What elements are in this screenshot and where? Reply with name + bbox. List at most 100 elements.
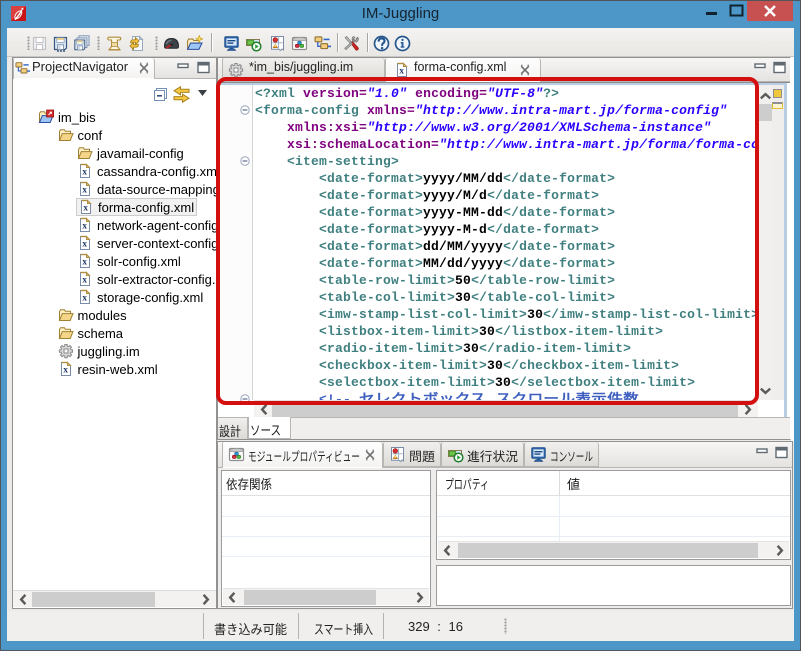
tree-item-hit[interactable]: forma-config.xml [76,198,197,216]
fold-collapse-icon[interactable] [240,105,250,115]
scroll-left-icon[interactable] [257,402,272,417]
tree-item-hit[interactable]: conf [57,126,105,144]
show-console-button[interactable] [223,35,240,52]
tree-item-solr-extractor-config-xml[interactable]: solr-extractor-config.xml [13,270,216,288]
tree-item-hit[interactable]: network-agent-config.xml [76,216,216,234]
export-module-button[interactable] [106,35,123,52]
tree-item-conf[interactable]: conf [13,126,216,144]
scroll-right-icon[interactable] [198,592,213,607]
project-navigator-button[interactable] [314,35,331,52]
dependency-hscrollbar[interactable] [223,588,429,605]
refresh-config-button[interactable] [128,35,145,52]
preferences-button[interactable] [343,35,360,52]
bottom-tab-item[interactable]: 問題 [383,442,441,467]
scroll-right-icon[interactable] [740,402,755,417]
maximize-view-icon[interactable] [774,446,789,459]
fold-collapse-icon[interactable] [240,156,250,166]
scroll-up-icon[interactable] [758,89,773,104]
tree-item-hit[interactable]: resin-web.xml [57,360,160,378]
tree-item-javamail-config[interactable]: javamail-config [13,144,216,162]
tree-item-im-bis[interactable]: im_bis [13,108,216,126]
minimize-view-icon[interactable] [176,62,191,75]
save-as-button[interactable] [52,35,69,52]
tree-item-solr-config-xml[interactable]: solr-config.xml [13,252,216,270]
tree-item-storage-config-xml[interactable]: storage-config.xml [13,288,216,306]
scroll-left-icon[interactable] [440,543,455,558]
overview-marker[interactable] [773,89,782,98]
tree-item-hit[interactable]: cassandra-config.xml [76,162,216,180]
view-menu-icon[interactable] [197,89,208,97]
tree-item-schema[interactable]: schema [13,324,216,342]
bottom-tab-item[interactable]: コンソール [524,442,599,467]
tree-item-hit[interactable]: juggling.im [57,342,142,360]
editor-hscrollbar[interactable] [254,400,758,417]
title-bar[interactable]: IM-Juggling [0,0,801,28]
tree-item-hit[interactable]: javamail-config [76,144,186,162]
module-property-view-button[interactable] [291,35,308,52]
column-header-value[interactable]: 値 [567,474,580,493]
close-icon[interactable] [138,62,150,74]
tree-item-hit[interactable]: solr-extractor-config.xml [76,270,216,288]
close-button[interactable] [747,1,793,21]
minimize-button[interactable] [697,0,726,21]
bottom-tab-item[interactable]: 進行状況 [441,442,524,467]
scrollbar-thumb[interactable] [758,104,772,121]
save-button[interactable] [31,35,48,52]
tree-item-data-source-mapping-xml[interactable]: data-source-mapping.xml [13,180,216,198]
tree-item-juggling-im[interactable]: juggling.im [13,342,216,360]
scroll-right-icon[interactable] [412,590,427,605]
accel-documents-button[interactable] [163,35,180,52]
show-progress-button[interactable] [245,35,262,52]
maximize-editor-icon[interactable] [772,61,787,74]
tree-item-resin-web-xml[interactable]: resin-web.xml [13,360,216,378]
tab-project-navigator[interactable]: ProjectNavigator [13,58,155,79]
save-all-button[interactable] [73,35,90,52]
form-designer-button[interactable] [269,35,286,52]
statusbar-grip[interactable] [504,618,507,634]
column-header-property[interactable]: プロパティ [445,474,489,493]
about-button[interactable] [394,35,411,52]
tab-source[interactable]: ソース [248,417,291,439]
maximize-view-icon[interactable] [196,61,211,74]
bottom-tab-selected[interactable]: モジュールプロパティビュー [222,442,383,468]
tree-hscrollbar[interactable] [13,590,216,607]
tree-item-hit[interactable]: modules [57,306,129,324]
tree-item-cassandra-config-xml[interactable]: cassandra-config.xml [13,162,216,180]
tree-item-modules[interactable]: modules [13,306,216,324]
tree-item-hit[interactable]: storage-config.xml [76,288,205,306]
tree-item-server-context-config-xml[interactable]: server-context-config.xml [13,234,216,252]
tree-item-forma-config-xml[interactable]: forma-config.xml [13,198,216,216]
help-button[interactable] [373,35,390,52]
scroll-right-icon[interactable] [772,543,787,558]
tree-item-hit[interactable]: data-source-mapping.xml [76,180,216,198]
collapse-all-icon[interactable] [152,86,169,103]
tree-item-hit[interactable]: solr-config.xml [76,252,183,270]
close-icon[interactable] [364,449,376,461]
tab-juggling-im[interactable]: *im_bis/juggling.im [222,58,385,81]
property-hscrollbar[interactable] [438,541,789,558]
overview-marker[interactable] [772,102,783,109]
scrollbar-thumb[interactable] [244,590,376,605]
scroll-left-icon[interactable] [225,590,240,605]
tree-item-hit[interactable]: schema [57,324,126,342]
code-area[interactable]: <?xml version="1.0" encoding="UTF-8"?><f… [253,85,758,400]
tree-item-hit[interactable]: im_bis [37,108,98,126]
tab-design[interactable]: 設計 [218,418,248,439]
scrollbar-thumb[interactable] [458,543,758,558]
close-icon[interactable] [519,64,531,76]
column-divider[interactable] [559,471,560,496]
dependency-table-header[interactable]: 依存関係 [222,471,430,496]
scrollbar-thumb[interactable] [272,402,738,417]
property-detail-box[interactable] [436,565,791,606]
tree-item-network-agent-config-xml[interactable]: network-agent-config.xml [13,216,216,234]
minimize-editor-icon[interactable] [753,62,768,75]
scroll-down-icon[interactable] [758,383,773,398]
maximize-button[interactable] [726,0,747,21]
scrollbar-thumb[interactable] [32,592,155,607]
import-project-button[interactable] [186,35,203,52]
fold-collapse-icon[interactable] [240,394,250,404]
editor-vscrollbar[interactable] [758,85,772,400]
tree-item-hit[interactable]: server-context-config.xml [76,234,216,252]
scroll-left-icon[interactable] [16,592,31,607]
tab-forma-config[interactable]: forma-config.xml [385,58,541,82]
